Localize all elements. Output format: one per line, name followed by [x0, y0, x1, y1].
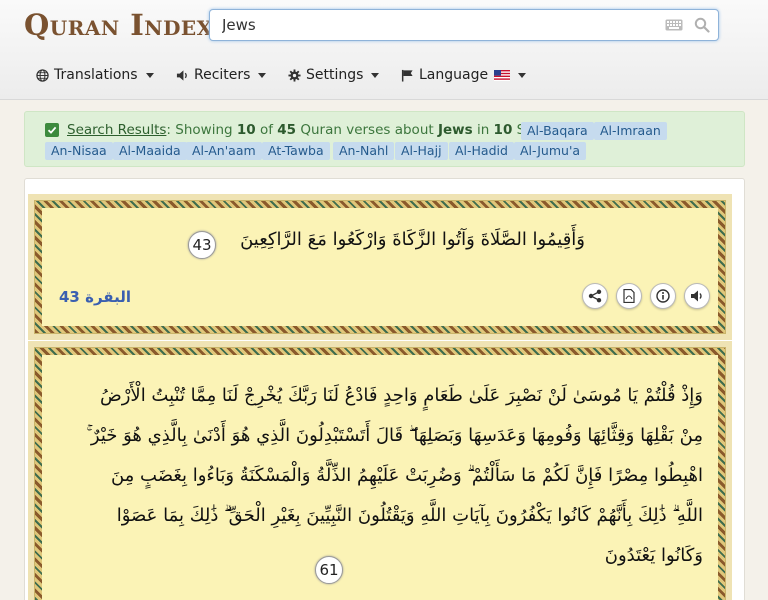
chevron-down-icon — [518, 72, 527, 78]
results-text-1: : Showing — [166, 122, 237, 138]
surah-tag-al-imraan[interactable]: Al-Imraan — [594, 122, 667, 140]
pdf-button[interactable] — [616, 283, 642, 309]
chevron-down-icon — [145, 72, 154, 78]
surah-tag-al-jumua[interactable]: Al-Jumu'a — [514, 142, 587, 160]
play-audio-button[interactable] — [684, 283, 710, 309]
verse-card: وَإِذْ قُلْتُمْ يَا مُوسَىٰ لَنْ نَصْبِر… — [28, 341, 732, 600]
chevron-down-icon — [258, 72, 267, 78]
verse-line: وَإِذْ قُلْتُمْ يَا مُوسَىٰ لَنْ نَصْبِر… — [99, 385, 703, 406]
verse-line-last: وَكَانُوا يَعْتَدُونَ — [604, 545, 703, 566]
verse-line: وَأَقِيمُوا الصَّلَاةَ وَآتُوا الزَّكَاة… — [240, 229, 585, 250]
keyboard-icon[interactable] — [665, 19, 683, 31]
share-icon — [588, 289, 602, 303]
translations-menu[interactable]: Translations — [36, 64, 154, 86]
search-results-summary: Search Results : Showing 10 of 45 Quran … — [24, 111, 745, 167]
surah-tag-al-hadid[interactable]: Al-Hadid — [449, 142, 514, 160]
language-label: Language — [419, 67, 489, 83]
results-query: Jews — [437, 122, 473, 138]
verse-text: وَإِذْ قُلْتُمْ يَا مُوسَىٰ لَنْ نَصْبِر… — [53, 376, 703, 576]
verse-line: مِنْ بَقْلِهَا وَقِثَّائِهَا وَفُومِهَا … — [86, 425, 703, 446]
results-text-3: Quran verses about — [296, 122, 438, 138]
header: Quran Index Translations — [0, 0, 768, 100]
results-text-2: of — [255, 122, 278, 138]
verse-text: وَأَقِيمُوا الصَّلَاةَ وَآتُوا الزَّكَاة… — [45, 229, 585, 250]
flag-icon — [401, 69, 413, 82]
volume-icon — [176, 69, 187, 81]
reciters-label: Reciters — [194, 67, 251, 83]
search-box[interactable] — [209, 9, 719, 41]
translations-label: Translations — [54, 67, 138, 83]
search-results-link[interactable]: Search Results — [67, 122, 166, 138]
verse-reference-link[interactable]: البقرة 43 — [59, 288, 131, 306]
results-total-count: 45 — [277, 122, 297, 138]
globe-icon — [36, 68, 49, 82]
results-shown-count: 10 — [236, 122, 256, 138]
surah-tag-an-nahl[interactable]: An-Nahl — [333, 142, 395, 160]
surah-tag-al-maaida[interactable]: Al-Maaida — [113, 142, 187, 160]
pdf-icon — [623, 289, 635, 303]
share-button[interactable] — [582, 283, 608, 309]
search-input[interactable] — [210, 10, 650, 40]
verse-actions — [582, 283, 710, 309]
ornamental-border — [35, 201, 725, 333]
info-icon — [656, 289, 670, 303]
surah-tag-an-nisaa[interactable]: An-Nisaa — [45, 142, 113, 160]
info-button[interactable] — [650, 283, 676, 309]
surah-tag-al-baqara[interactable]: Al-Baqara — [521, 122, 594, 140]
settings-menu[interactable]: Settings — [288, 64, 380, 86]
gear-icon — [288, 68, 301, 82]
verse-line: وَكَانُوا يَعْتَدُونَ — [53, 536, 703, 576]
surah-tag-al-hajj[interactable]: Al-Hajj — [395, 142, 448, 160]
surah-tag-al-anaam[interactable]: Al-An'aam — [186, 142, 262, 160]
check-icon — [45, 123, 59, 137]
verse-number-badge: 43 — [188, 231, 216, 259]
search-icon[interactable] — [694, 17, 710, 33]
language-menu[interactable]: Language — [401, 64, 527, 86]
verse-line: اهْبِطُوا مِصْرًا فَإِنَّ لَكُمْ مَا سَأ… — [110, 465, 703, 486]
verses-panel: وَأَقِيمُوا الصَّلَاةَ وَآتُوا الزَّكَاة… — [24, 178, 745, 600]
chevron-down-icon — [371, 72, 380, 78]
results-text-4: in — [472, 122, 494, 138]
results-surah-count: 10 — [493, 122, 513, 138]
site-logo[interactable]: Quran Index — [24, 8, 213, 42]
us-flag-icon — [494, 69, 511, 81]
reciters-menu[interactable]: Reciters — [176, 64, 267, 86]
surah-tag-at-tawba[interactable]: At-Tawba — [262, 142, 330, 160]
verse-line: اللَّهِ ۗ ذَٰلِكَ بِأَنَّهُمْ كَانُوا يَ… — [116, 505, 703, 526]
audio-icon — [691, 290, 702, 302]
settings-label: Settings — [306, 67, 364, 83]
verse-card: وَأَقِيمُوا الصَّلَاةَ وَآتُوا الزَّكَاة… — [28, 194, 732, 340]
verse-number-badge: 61 — [315, 556, 343, 584]
